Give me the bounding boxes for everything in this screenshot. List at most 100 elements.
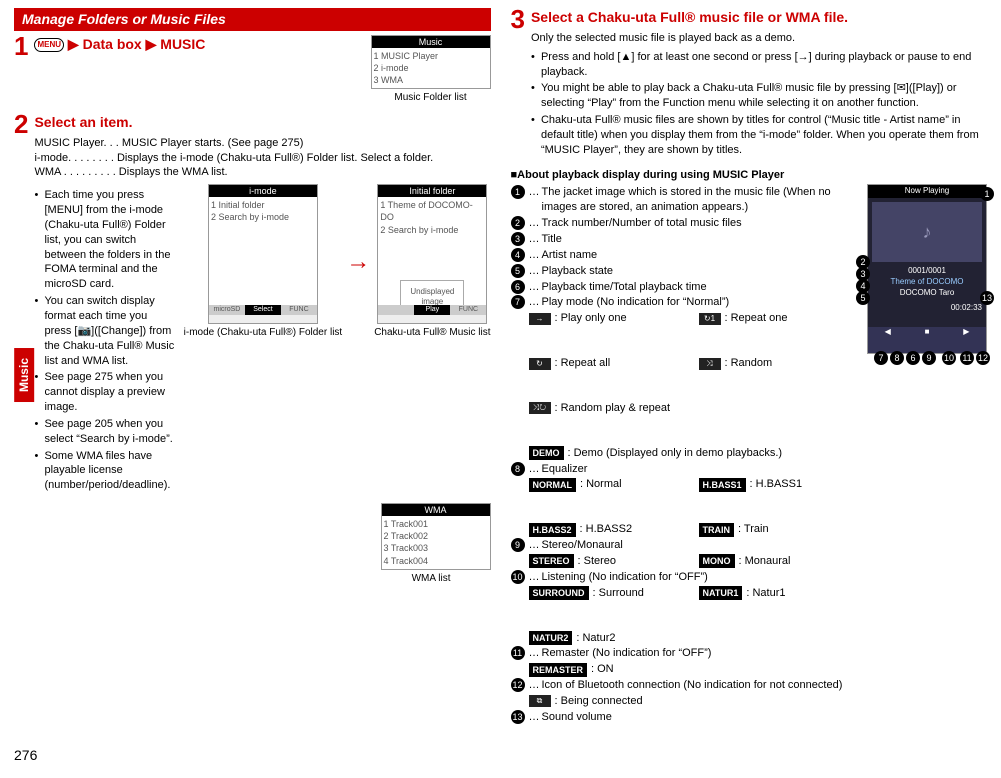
bullet: You might be able to play back a Chaku-u… [531,81,987,111]
bullet: Chaku-uta Full® music files are shown by… [531,113,987,158]
mode-item: H.BASS2: H.BASS2 [529,522,669,537]
info-text: Icon of Bluetooth connection (No indicat… [542,678,843,693]
info-item: 7…Play mode (No indication for “Normal”) [511,295,862,310]
sep-icon: ▶ [146,36,157,52]
mode-item: ⤨↻: Random play & repeat [529,401,671,416]
mode-icon: TRAIN [699,523,735,537]
info-number-icon: 6 [511,280,525,294]
info-number-icon: 10 [511,570,525,584]
fig-line: 3 WMA [374,74,488,86]
mode-label: : Monaural [739,554,791,569]
info-item: 12…Icon of Bluetooth connection (No indi… [511,678,862,693]
mode-icon: DEMO [529,446,564,460]
info-text: Artist name [542,248,598,263]
mode-label: : Random [725,356,773,371]
info-subgrid: NORMAL: NormalH.BASS1: H.BASS1H.BASS2: H… [511,477,862,537]
mode-item: DEMO: Demo (Displayed only in demo playb… [529,446,783,461]
mode-item: TRAIN: Train [699,522,839,537]
mode-icon: ↻ [529,358,551,370]
np-title: Now Playing [868,185,986,198]
bullet: Some WMA files have playable license (nu… [34,449,175,494]
mode-item: MONO : Monaural [699,554,839,569]
step2-title: Select an item. [34,113,490,132]
breadcrumb-b: MUSIC [160,36,205,52]
fig-title: Music [372,36,490,48]
info-number-icon: 11 [511,646,525,660]
info-text: The jacket image which is stored in the … [542,185,862,215]
fig-line: 4 Track004 [384,555,488,567]
fig-now-playing: Now Playing ♪ 0001/0001 Theme of DOCOMO … [867,184,987,354]
mode-item: H.BASS1: H.BASS1 [699,477,839,492]
mode-icon: ⧉ [529,695,551,707]
mode-icon: REMASTER [529,663,588,677]
mode-label: : Being connected [555,694,643,709]
step2-line: MUSIC Player. . . MUSIC Player starts. (… [34,136,490,151]
step-number: 1 [14,33,28,105]
bullet: See page 205 when you select “Search by … [34,417,175,447]
fig-music-list: Initial folder 1 Theme of DOCOMO-DO 2 Se… [377,184,487,324]
info-subgrid: →: Play only one↻1: Repeat one↻: Repeat … [511,311,862,460]
info-text: Title [542,232,562,247]
fig-caption: Music Folder list [371,91,491,105]
mode-label: : H.BASS2 [580,522,633,537]
info-item: 5…Playback state [511,264,862,279]
bullet-list: Each time you press [MENU] from the i-mo… [34,188,175,493]
np-track: 0001/0001 [872,266,982,277]
mode-icon: NATUR2 [529,631,573,645]
about-heading: ■About playback display during using MUS… [511,168,988,183]
info-item: 3…Title [511,232,862,247]
mode-icon: STEREO [529,554,574,568]
mode-icon: ⤨ [699,358,721,370]
info-item: 10…Listening (No indication for “OFF”) [511,570,862,585]
fig-caption: i-mode (Chaku-uta Full®) Folder list [184,326,343,340]
np-time: 00:02:33 [872,303,982,314]
np-song: Theme of DOCOMO [872,277,982,288]
fig-caption: WMA list [34,572,490,586]
side-tab-music: Music [14,348,34,402]
mode-item: ⧉ : Being connected [529,694,669,709]
info-subgrid: ⧉ : Being connected [511,694,862,709]
info-number-icon: 5 [511,264,525,278]
mode-icon: MONO [699,554,735,568]
info-text: Remaster (No indication for “OFF”) [542,646,712,661]
step3-title: Select a Chaku-uta Full® music file or W… [531,8,987,27]
bullet: Press and hold [▲] for at least one seco… [531,50,987,80]
step-3: 3 Select a Chaku-uta Full® music file or… [511,8,988,162]
mode-icon: ↻1 [699,313,721,325]
step3-intro: Only the selected music file is played b… [531,31,987,46]
mode-label: : Repeat one [725,311,788,326]
mode-label: : Repeat all [555,356,611,371]
bullet: See page 275 when you cannot display a p… [34,370,175,415]
mode-label: : Natur2 [576,631,615,646]
info-item: 6…Playback time/Total playback time [511,280,862,295]
mode-item: ↻ : Repeat all [529,356,669,371]
section-head: Manage Folders or Music Files [14,8,491,31]
menu-key-icon: MENU [34,38,64,52]
fig-title: i-mode [209,185,317,197]
info-item: 4…Artist name [511,248,862,263]
step-1: 1 MENU ▶ Data box ▶ MUSIC Mu [14,35,491,105]
mode-item: SURROUND: Surround [529,586,669,601]
info-text: Play mode (No indication for “Normal”) [542,295,730,310]
info-item: 1…The jacket image which is stored in th… [511,185,862,215]
fig-line: 2 Search by i-mode [211,211,315,223]
breadcrumb-a: Data box [83,36,142,52]
fig-line: 1 Initial folder [211,199,315,211]
fig-line: 1 Track001 [384,518,488,530]
mode-label: : Train [738,522,769,537]
info-number-icon: 3 [511,232,525,246]
mode-label: : Random play & repeat [555,401,671,416]
fig-line: 3 Track003 [384,542,488,554]
mode-icon: H.BASS1 [699,478,746,492]
info-number-icon: 8 [511,462,525,476]
info-text: Playback time/Total playback time [542,280,707,295]
bullet: You can switch display format each time … [34,294,175,368]
step1-breadcrumb: MENU ▶ Data box ▶ MUSIC [34,36,205,52]
info-item: 9…Stereo/Monaural [511,538,862,553]
mode-item: REMASTER: ON [529,662,669,677]
mode-icon: NATUR1 [699,586,743,600]
mode-icon: → [529,313,551,325]
info-item: 8…Equalizer [511,462,862,477]
mode-item: NATUR1: Natur1 [699,586,839,601]
info-item: 11…Remaster (No indication for “OFF”) [511,646,862,661]
